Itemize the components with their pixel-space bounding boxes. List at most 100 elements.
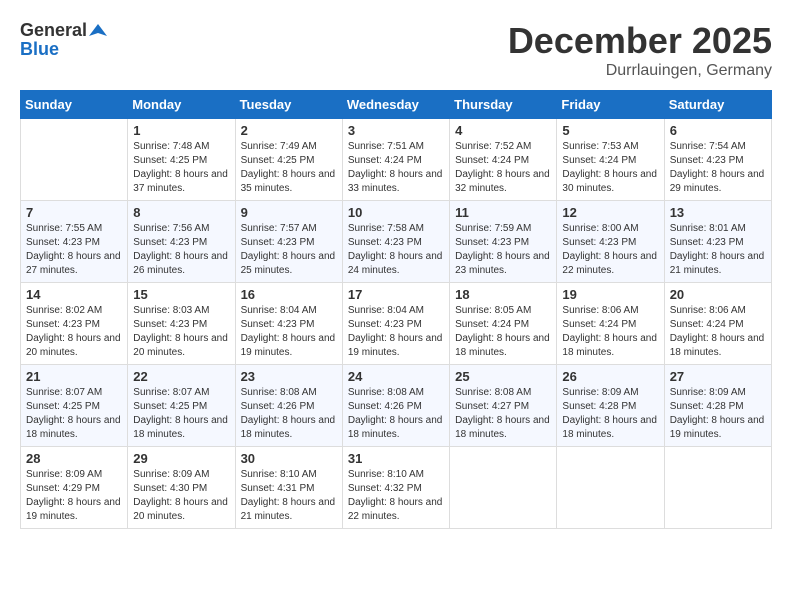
day-info: Sunrise: 8:09 AMSunset: 4:28 PMDaylight:… <box>670 386 766 442</box>
day-number: 16 <box>241 287 337 302</box>
calendar-day-cell: 20 Sunrise: 8:06 AMSunset: 4:24 PMDayligh… <box>664 283 771 365</box>
day-info: Sunrise: 7:53 AMSunset: 4:24 PMDaylight:… <box>562 140 658 196</box>
calendar-day-cell: 16 Sunrise: 8:04 AMSunset: 4:23 PMDayligh… <box>235 283 342 365</box>
day-number: 29 <box>133 451 229 466</box>
calendar-week-row: 14 Sunrise: 8:02 AMSunset: 4:23 PMDayligh… <box>21 283 772 365</box>
calendar-week-row: 28 Sunrise: 8:09 AMSunset: 4:29 PMDayligh… <box>21 447 772 529</box>
day-info: Sunrise: 8:09 AMSunset: 4:29 PMDaylight:… <box>26 468 122 524</box>
logo-general-text: General <box>20 20 87 41</box>
day-info: Sunrise: 8:06 AMSunset: 4:24 PMDaylight:… <box>562 304 658 360</box>
calendar-day-cell: 22Sunrise: 8:07 AMSunset: 4:25 PMDayligh… <box>128 365 235 447</box>
calendar-day-cell: 27 Sunrise: 8:09 AMSunset: 4:28 PMDayligh… <box>664 365 771 447</box>
calendar-day-cell: 30 Sunrise: 8:10 AMSunset: 4:31 PMDayligh… <box>235 447 342 529</box>
day-of-week-header: Sunday <box>21 91 128 119</box>
calendar-day-cell: 25Sunrise: 8:08 AMSunset: 4:27 PMDayligh… <box>450 365 557 447</box>
day-number: 21 <box>26 369 122 384</box>
title-section: December 2025 Durrlauingen, Germany <box>508 20 772 80</box>
day-info: Sunrise: 7:57 AMSunset: 4:23 PMDaylight:… <box>241 222 337 278</box>
day-info: Sunrise: 8:04 AMSunset: 4:23 PMDaylight:… <box>241 304 337 360</box>
day-info: Sunrise: 8:00 AMSunset: 4:23 PMDaylight:… <box>562 222 658 278</box>
calendar-day-cell: 26Sunrise: 8:09 AMSunset: 4:28 PMDayligh… <box>557 365 664 447</box>
calendar-day-cell: 3Sunrise: 7:51 AMSunset: 4:24 PMDaylight… <box>342 119 449 201</box>
day-info: Sunrise: 8:05 AMSunset: 4:24 PMDaylight:… <box>455 304 551 360</box>
day-info: Sunrise: 7:51 AMSunset: 4:24 PMDaylight:… <box>348 140 444 196</box>
day-info: Sunrise: 8:07 AMSunset: 4:25 PMDaylight:… <box>26 386 122 442</box>
day-info: Sunrise: 7:54 AMSunset: 4:23 PMDaylight:… <box>670 140 766 196</box>
day-info: Sunrise: 7:58 AMSunset: 4:23 PMDaylight:… <box>348 222 444 278</box>
day-info: Sunrise: 7:48 AMSunset: 4:25 PMDaylight:… <box>133 140 229 196</box>
day-number: 17 <box>348 287 444 302</box>
calendar-day-cell: 10 Sunrise: 7:58 AMSunset: 4:23 PMDayligh… <box>342 201 449 283</box>
day-of-week-header: Thursday <box>450 91 557 119</box>
day-number: 14 <box>26 287 122 302</box>
day-of-week-header: Tuesday <box>235 91 342 119</box>
day-number: 31 <box>348 451 444 466</box>
day-info: Sunrise: 8:07 AMSunset: 4:25 PMDaylight:… <box>133 386 229 442</box>
calendar-day-cell: 12Sunrise: 8:00 AMSunset: 4:23 PMDayligh… <box>557 201 664 283</box>
calendar-day-cell: 8Sunrise: 7:56 AMSunset: 4:23 PMDaylight… <box>128 201 235 283</box>
day-number: 19 <box>562 287 658 302</box>
day-of-week-header: Friday <box>557 91 664 119</box>
day-of-week-header: Monday <box>128 91 235 119</box>
calendar-table: SundayMondayTuesdayWednesdayThursdayFrid… <box>20 90 772 529</box>
calendar-day-cell: 1 Sunrise: 7:48 AMSunset: 4:25 PMDaylight… <box>128 119 235 201</box>
calendar-week-row: 1 Sunrise: 7:48 AMSunset: 4:25 PMDaylight… <box>21 119 772 201</box>
day-number: 13 <box>670 205 766 220</box>
day-of-week-header: Saturday <box>664 91 771 119</box>
day-info: Sunrise: 8:04 AMSunset: 4:23 PMDaylight:… <box>348 304 444 360</box>
day-info: Sunrise: 8:01 AMSunset: 4:23 PMDaylight:… <box>670 222 766 278</box>
calendar-header-row: SundayMondayTuesdayWednesdayThursdayFrid… <box>21 91 772 119</box>
calendar-day-cell <box>21 119 128 201</box>
day-number: 23 <box>241 369 337 384</box>
calendar-day-cell: 14 Sunrise: 8:02 AMSunset: 4:23 PMDayligh… <box>21 283 128 365</box>
calendar-day-cell: 4Sunrise: 7:52 AMSunset: 4:24 PMDaylight… <box>450 119 557 201</box>
day-info: Sunrise: 8:10 AMSunset: 4:31 PMDaylight:… <box>241 468 337 524</box>
logo-blue-text: Blue <box>20 39 59 60</box>
calendar-day-cell: 31 Sunrise: 8:10 AMSunset: 4:32 PMDayligh… <box>342 447 449 529</box>
day-number: 10 <box>348 205 444 220</box>
calendar-day-cell <box>664 447 771 529</box>
day-info: Sunrise: 7:56 AMSunset: 4:23 PMDaylight:… <box>133 222 229 278</box>
day-number: 15 <box>133 287 229 302</box>
calendar-day-cell: 21 Sunrise: 8:07 AMSunset: 4:25 PMDayligh… <box>21 365 128 447</box>
day-info: Sunrise: 8:08 AMSunset: 4:27 PMDaylight:… <box>455 386 551 442</box>
day-number: 2 <box>241 123 337 138</box>
calendar-day-cell: 7Sunrise: 7:55 AMSunset: 4:23 PMDaylight… <box>21 201 128 283</box>
day-number: 20 <box>670 287 766 302</box>
day-info: Sunrise: 8:10 AMSunset: 4:32 PMDaylight:… <box>348 468 444 524</box>
day-number: 27 <box>670 369 766 384</box>
calendar-day-cell: 19 Sunrise: 8:06 AMSunset: 4:24 PMDayligh… <box>557 283 664 365</box>
calendar-day-cell: 9 Sunrise: 7:57 AMSunset: 4:23 PMDaylight… <box>235 201 342 283</box>
calendar-day-cell <box>450 447 557 529</box>
day-info: Sunrise: 7:49 AMSunset: 4:25 PMDaylight:… <box>241 140 337 196</box>
day-number: 9 <box>241 205 337 220</box>
month-title: December 2025 <box>508 20 772 62</box>
calendar-day-cell: 15 Sunrise: 8:03 AMSunset: 4:23 PMDayligh… <box>128 283 235 365</box>
day-number: 11 <box>455 205 551 220</box>
day-number: 26 <box>562 369 658 384</box>
calendar-day-cell: 17 Sunrise: 8:04 AMSunset: 4:23 PMDayligh… <box>342 283 449 365</box>
day-info: Sunrise: 8:03 AMSunset: 4:23 PMDaylight:… <box>133 304 229 360</box>
calendar-day-cell <box>557 447 664 529</box>
day-number: 1 <box>133 123 229 138</box>
day-info: Sunrise: 7:59 AMSunset: 4:23 PMDaylight:… <box>455 222 551 278</box>
calendar-day-cell: 6Sunrise: 7:54 AMSunset: 4:23 PMDaylight… <box>664 119 771 201</box>
calendar-day-cell: 28 Sunrise: 8:09 AMSunset: 4:29 PMDayligh… <box>21 447 128 529</box>
calendar-day-cell: 29Sunrise: 8:09 AMSunset: 4:30 PMDayligh… <box>128 447 235 529</box>
calendar-day-cell: 13 Sunrise: 8:01 AMSunset: 4:23 PMDayligh… <box>664 201 771 283</box>
calendar-day-cell: 2 Sunrise: 7:49 AMSunset: 4:25 PMDaylight… <box>235 119 342 201</box>
logo: General Blue <box>20 20 107 60</box>
day-info: Sunrise: 8:02 AMSunset: 4:23 PMDaylight:… <box>26 304 122 360</box>
calendar-day-cell: 24Sunrise: 8:08 AMSunset: 4:26 PMDayligh… <box>342 365 449 447</box>
calendar-week-row: 21 Sunrise: 8:07 AMSunset: 4:25 PMDayligh… <box>21 365 772 447</box>
day-info: Sunrise: 8:08 AMSunset: 4:26 PMDaylight:… <box>348 386 444 442</box>
day-info: Sunrise: 8:06 AMSunset: 4:24 PMDaylight:… <box>670 304 766 360</box>
logo-bird-icon <box>89 22 107 40</box>
day-number: 30 <box>241 451 337 466</box>
day-number: 5 <box>562 123 658 138</box>
calendar-day-cell: 11 Sunrise: 7:59 AMSunset: 4:23 PMDayligh… <box>450 201 557 283</box>
calendar-day-cell: 18Sunrise: 8:05 AMSunset: 4:24 PMDayligh… <box>450 283 557 365</box>
day-number: 7 <box>26 205 122 220</box>
day-number: 28 <box>26 451 122 466</box>
calendar-day-cell: 5 Sunrise: 7:53 AMSunset: 4:24 PMDaylight… <box>557 119 664 201</box>
